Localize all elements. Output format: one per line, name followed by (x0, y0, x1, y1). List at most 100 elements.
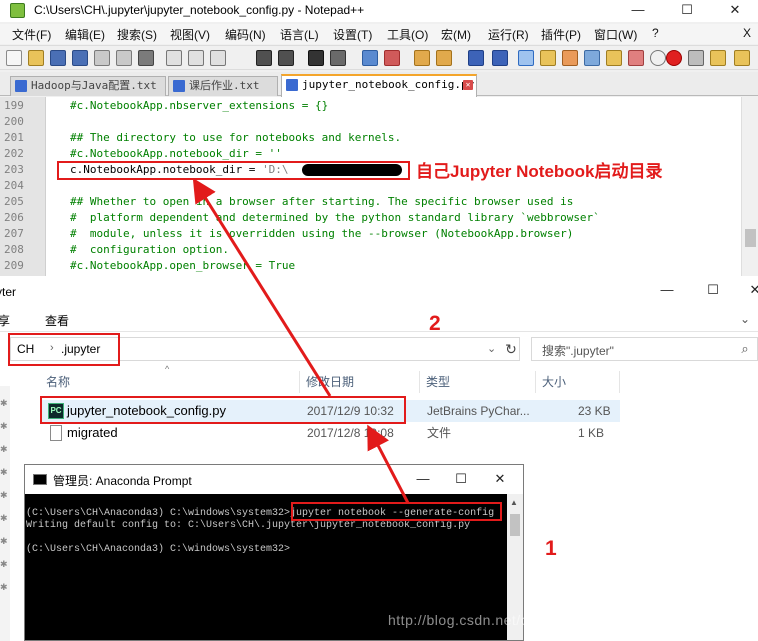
monitoring-icon[interactable] (628, 50, 644, 66)
notepadpp-title: C:\Users\CH\.jupyter\jupyter_notebook_co… (34, 3, 365, 17)
playback-macro-icon[interactable] (710, 50, 726, 66)
eye-icon[interactable] (650, 50, 666, 66)
column-header-name[interactable]: 名称 (40, 371, 300, 393)
pin-icon[interactable]: ✱ (0, 398, 8, 409)
console-icon (33, 474, 47, 485)
column-header-date[interactable]: 修改日期 (300, 371, 420, 393)
refresh-icon[interactable]: ↻ (502, 340, 520, 358)
stop-macro-icon[interactable] (688, 50, 704, 66)
indent-guide-icon[interactable] (518, 50, 534, 66)
sync-horizontal-icon[interactable] (436, 50, 452, 66)
menu-window[interactable]: 窗口(W) (594, 26, 637, 43)
tab-close-icon[interactable]: ✕ (463, 80, 473, 90)
minimize-button[interactable]: — (403, 468, 443, 490)
column-header-type[interactable]: 类型 (420, 371, 536, 393)
run-macro-multiple-icon[interactable] (734, 50, 750, 66)
pin-icon[interactable]: ✱ (0, 559, 8, 570)
editor-scrollbar[interactable] (741, 97, 758, 276)
menu-macro[interactable]: 宏(M) (441, 26, 471, 43)
tab-label: Hadoop与Java配置.txt (31, 79, 157, 92)
menu-close-document[interactable]: X (743, 26, 751, 40)
column-header-size[interactable]: 大小 (536, 371, 620, 393)
redo-icon[interactable] (278, 50, 294, 66)
menu-file[interactable]: 文件(F) (12, 26, 51, 43)
copy-icon[interactable] (188, 50, 204, 66)
prompt-titlebar: 管理员: Anaconda Prompt — ☐ ✕ (25, 465, 523, 494)
minimize-button[interactable]: — (644, 280, 690, 302)
menu-encoding[interactable]: 编码(N) (225, 26, 266, 43)
pin-icon[interactable]: ✱ (0, 421, 8, 432)
folder-workspace-icon[interactable] (606, 50, 622, 66)
close-button[interactable]: ✕ (732, 280, 758, 302)
menu-run[interactable]: 运行(R) (488, 26, 529, 43)
line-number: 202 (4, 147, 24, 160)
maximize-button[interactable]: ☐ (441, 468, 481, 490)
ribbon-tab-view[interactable]: 查看 (45, 312, 69, 329)
minimize-button[interactable]: — (615, 0, 661, 22)
menu-plugins[interactable]: 插件(P) (541, 26, 581, 43)
tab-jupyter-config[interactable]: jupyter_notebook_config.py ✕ (281, 74, 477, 97)
scroll-up-arrow-icon[interactable]: ▲ (510, 498, 518, 507)
code-editor[interactable]: 199 #c.NotebookApp.nbserver_extensions = … (0, 97, 758, 276)
console-line: Writing default config to: C:\Users\CH\.… (26, 520, 471, 531)
line-text: ## The directory to use for notebooks an… (70, 131, 402, 144)
scrollbar-thumb[interactable] (510, 514, 520, 536)
close-button[interactable]: ✕ (480, 468, 520, 490)
explorer-ribbon: 享 查看 ⌄ (0, 306, 758, 332)
prompt-title: 管理员: Anaconda Prompt (53, 474, 192, 488)
code-line: 207 # module, unless it is overridden usi… (0, 226, 740, 242)
new-file-icon[interactable] (6, 50, 22, 66)
word-wrap-icon[interactable] (468, 50, 484, 66)
show-all-characters-icon[interactable] (492, 50, 508, 66)
maximize-button[interactable]: ☐ (690, 280, 736, 302)
undo-icon[interactable] (256, 50, 272, 66)
line-number: 204 (4, 179, 24, 192)
ribbon-tab-share[interactable]: 享 (0, 312, 10, 329)
tab-hadoop-java[interactable]: Hadoop与Java配置.txt (10, 76, 166, 96)
zoom-out-icon[interactable] (384, 50, 400, 66)
tab-homework[interactable]: 课后作业.txt (168, 76, 278, 96)
search-box[interactable]: 搜索".jupyter" ⌕ (531, 337, 758, 361)
zoom-in-icon[interactable] (362, 50, 378, 66)
menu-search[interactable]: 搜索(S) (117, 26, 157, 43)
udl-icon[interactable] (540, 50, 556, 66)
save-icon[interactable] (50, 50, 66, 66)
close-all-icon[interactable] (116, 50, 132, 66)
scrollbar-thumb[interactable] (745, 229, 756, 247)
doc-map-icon[interactable] (562, 50, 578, 66)
line-text: # configuration option. (70, 243, 229, 256)
menu-edit[interactable]: 编辑(E) (65, 26, 105, 43)
replace-icon[interactable] (330, 50, 346, 66)
address-dropdown-icon[interactable]: ⌄ (487, 342, 496, 355)
line-number: 203 (4, 163, 24, 176)
paste-icon[interactable] (210, 50, 226, 66)
close-file-icon[interactable] (94, 50, 110, 66)
menu-tools[interactable]: 工具(O) (387, 26, 428, 43)
print-icon[interactable] (138, 50, 154, 66)
pin-icon[interactable]: ✱ (0, 467, 8, 478)
menu-language[interactable]: 语言(L) (280, 26, 319, 43)
pin-icon[interactable]: ✱ (0, 513, 8, 524)
file-tab-icon (173, 80, 185, 92)
file-row[interactable]: migrated 2017/12/8 10:08 文件 1 KB (40, 422, 620, 444)
sync-vertical-icon[interactable] (414, 50, 430, 66)
record-macro-icon[interactable] (666, 50, 682, 66)
maximize-button[interactable]: ☐ (664, 0, 710, 22)
pin-icon[interactable]: ✱ (0, 490, 8, 501)
open-file-icon[interactable] (28, 50, 44, 66)
ribbon-expand-icon[interactable]: ⌄ (740, 312, 750, 326)
close-button[interactable]: ✕ (712, 0, 758, 22)
menu-settings[interactable]: 设置(T) (333, 26, 372, 43)
function-list-icon[interactable] (584, 50, 600, 66)
pin-icon[interactable]: ✱ (0, 536, 8, 547)
line-number: 201 (4, 131, 24, 144)
menu-help[interactable]: ? (652, 26, 659, 40)
find-icon[interactable] (308, 50, 324, 66)
menu-view[interactable]: 视图(V) (170, 26, 210, 43)
tab-label: 课后作业.txt (189, 79, 260, 92)
cut-icon[interactable] (166, 50, 182, 66)
tab-label: jupyter_notebook_config.py (302, 78, 475, 91)
save-all-icon[interactable] (72, 50, 88, 66)
pin-icon[interactable]: ✱ (0, 444, 8, 455)
pin-icon[interactable]: ✱ (0, 582, 8, 593)
